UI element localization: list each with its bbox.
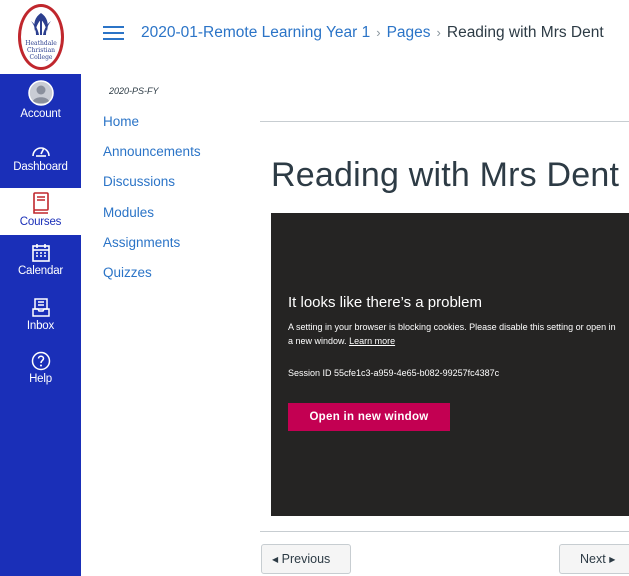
page-title: Reading with Mrs Dent — [271, 156, 620, 194]
courses-book-icon — [32, 192, 49, 214]
nav-item-calendar[interactable]: Calendar — [0, 243, 81, 287]
logo-text-line: Christian — [26, 47, 56, 54]
breadcrumb-current: Reading with Mrs Dent — [446, 24, 604, 41]
nav-label: Calendar — [17, 265, 64, 277]
breadcrumb: 2020-01-Remote Learning Year 1 › Pages › Rea… — [141, 24, 604, 42]
college-logo: Heathdale Christian College — [18, 4, 64, 70]
session-id: Session ID 55cfe1c3-a959-4e65-b082-99257… — [288, 368, 500, 378]
nav-label: Account — [20, 108, 61, 120]
course-nav-assignments[interactable]: Assignments — [103, 235, 201, 265]
course-nav-quizzes[interactable]: Quizzes — [103, 265, 201, 295]
previous-button[interactable]: ◀ Previous — [261, 544, 351, 574]
course-nav-modules[interactable]: Modules — [103, 205, 201, 235]
inbox-icon — [31, 298, 50, 317]
chevron-right-icon: ▶ — [609, 555, 616, 564]
course-menu-toggle-icon[interactable] — [103, 26, 124, 41]
nav-item-inbox[interactable]: Inbox — [0, 298, 81, 338]
breadcrumb-separator-icon: › — [376, 25, 381, 40]
course-nav-home[interactable]: Home — [103, 114, 201, 144]
logo-text: Heathdale Christian College — [21, 40, 61, 61]
next-label: Next — [580, 552, 606, 566]
nav-label: Dashboard — [13, 161, 68, 173]
help-icon — [31, 351, 50, 371]
nav-item-dashboard[interactable]: Dashboard — [0, 141, 81, 183]
chevron-left-icon: ◀ — [272, 555, 279, 564]
course-nav-announcements[interactable]: Announcements — [103, 144, 201, 174]
open-in-new-window-button[interactable]: Open in new window — [288, 403, 450, 431]
embed-heading: It looks like there’s a problem — [288, 294, 482, 311]
dashboard-gauge-icon — [31, 147, 50, 157]
logo-text-line: College — [29, 54, 53, 61]
account-avatar-icon — [27, 80, 54, 106]
breadcrumb-separator-icon: › — [436, 25, 441, 40]
nav-item-help[interactable]: Help — [0, 351, 81, 391]
breadcrumb-course-link[interactable]: 2020-01-Remote Learning Year 1 — [141, 24, 370, 41]
breadcrumb-pages-link[interactable]: Pages — [387, 24, 431, 41]
nav-item-account[interactable]: Account — [0, 80, 81, 130]
embed-message-text: A setting in your browser is blocking co… — [288, 322, 616, 346]
term-label: 2020-PS-FY — [109, 86, 159, 96]
nav-label: Courses — [19, 216, 62, 228]
next-button[interactable]: Next ▶ — [559, 544, 629, 574]
course-nav-discussions[interactable]: Discussions — [103, 174, 201, 204]
logo-text-line: Heathdale — [25, 40, 57, 47]
global-nav: Heathdale Christian College Account Dash… — [0, 0, 81, 576]
divider — [260, 531, 629, 532]
nav-label: Inbox — [26, 320, 55, 332]
calendar-icon — [31, 244, 50, 262]
embed-message: A setting in your browser is blocking co… — [288, 320, 618, 348]
logo-crest-icon — [31, 13, 51, 35]
learn-more-link[interactable]: Learn more — [349, 336, 395, 346]
previous-label: Previous — [281, 552, 331, 566]
embedded-frame: It looks like there’s a problem A settin… — [271, 213, 629, 516]
logo-area[interactable]: Heathdale Christian College — [0, 0, 81, 74]
course-nav: Home Announcements Discussions Modules A… — [103, 114, 201, 295]
nav-label: Help — [29, 373, 52, 385]
nav-item-courses[interactable]: Courses — [0, 188, 81, 235]
divider — [260, 121, 629, 122]
